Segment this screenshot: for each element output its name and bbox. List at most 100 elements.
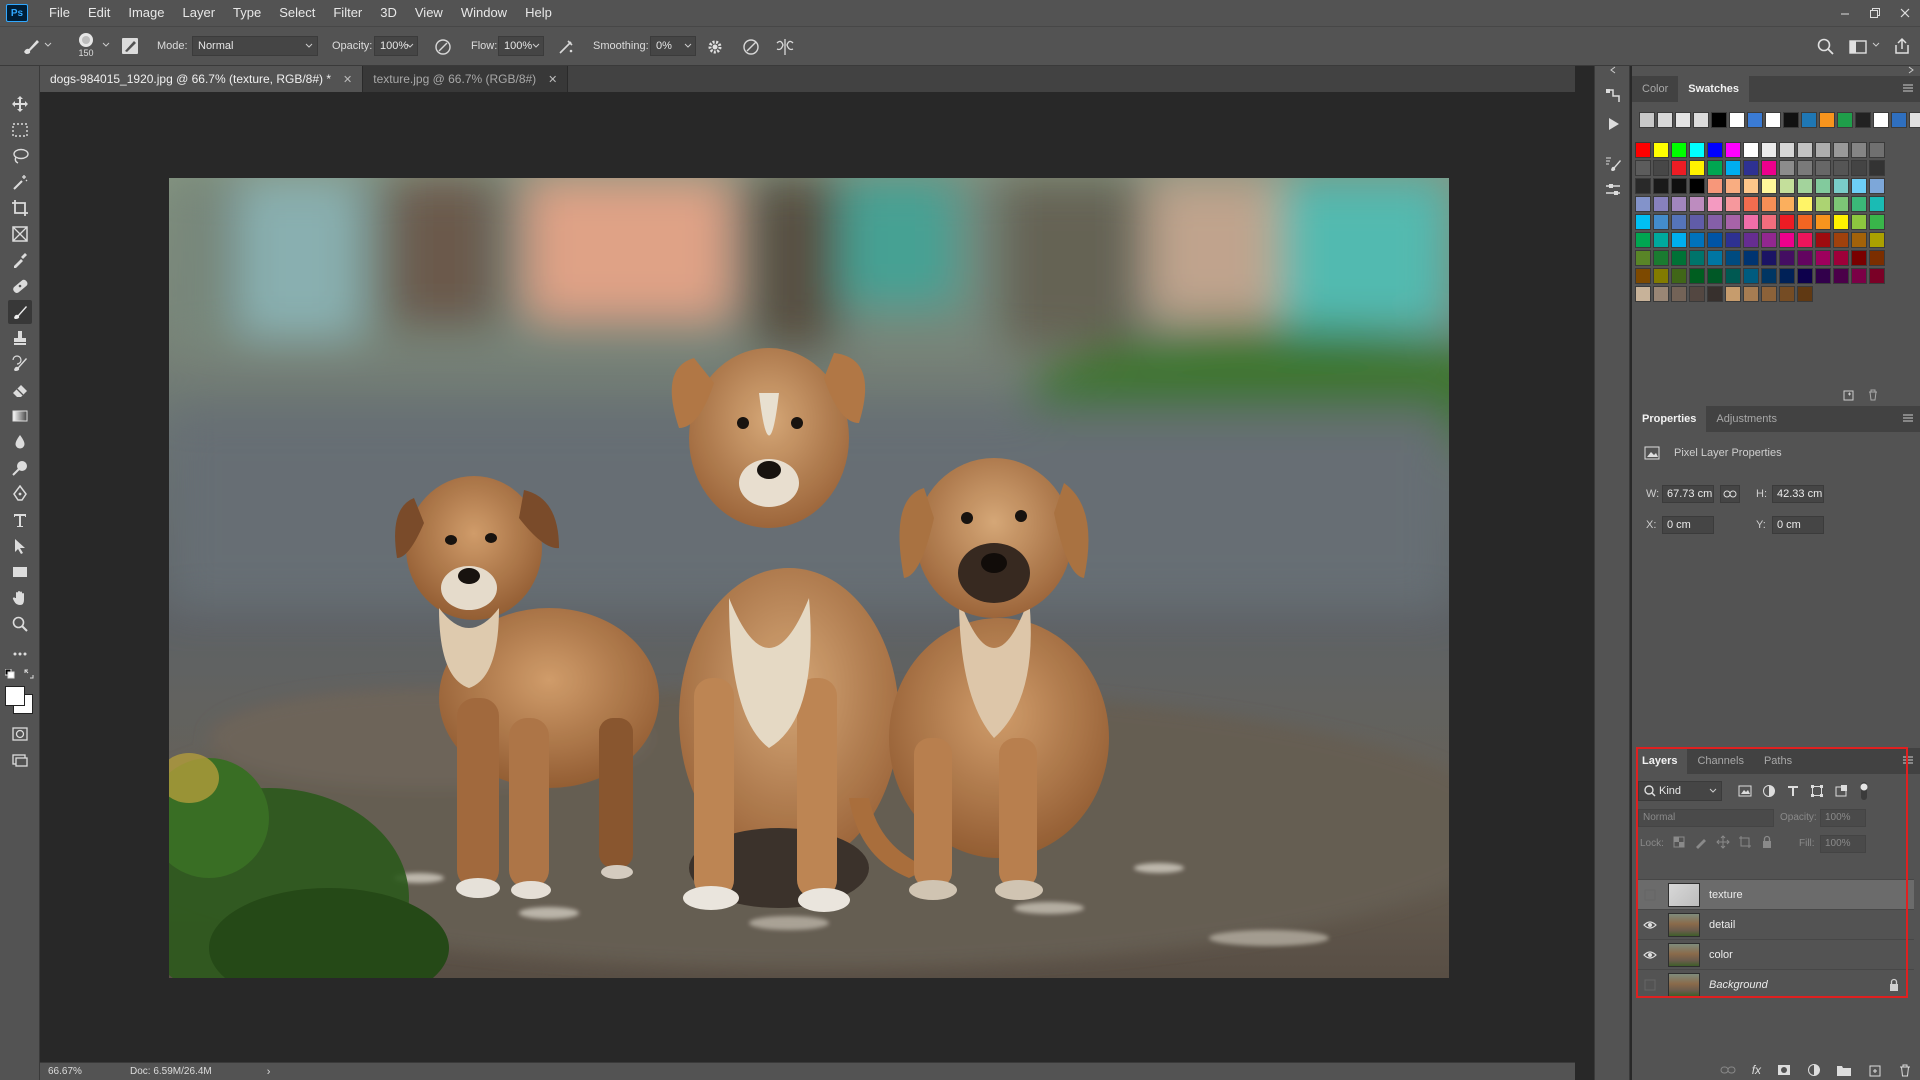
swatch[interactable] [1779, 142, 1795, 158]
visibility-toggle[interactable] [1636, 970, 1664, 1000]
swatch[interactable] [1671, 214, 1687, 230]
layer-opacity-input[interactable]: 100% [1820, 809, 1866, 827]
swatch[interactable] [1815, 142, 1831, 158]
swatch[interactable] [1689, 142, 1705, 158]
swatch[interactable] [1851, 160, 1867, 176]
gear-icon[interactable] [705, 37, 725, 57]
swatch[interactable] [1653, 232, 1669, 248]
menu-filter[interactable]: Filter [324, 0, 371, 26]
swatch[interactable] [1671, 250, 1687, 266]
visibility-toggle[interactable] [1636, 880, 1664, 910]
filter-toggle-icon[interactable] [1858, 782, 1870, 800]
filter-smart-object-icon[interactable] [1834, 784, 1848, 798]
play-actions-icon[interactable] [1603, 114, 1623, 134]
layer-row-texture[interactable]: texture [1636, 879, 1914, 909]
recent-swatch[interactable] [1693, 112, 1709, 128]
panel-menu-icon[interactable] [1902, 755, 1914, 765]
swatch[interactable] [1653, 250, 1669, 266]
zoom-level[interactable]: 66.67% [48, 1066, 108, 1077]
swatch[interactable] [1869, 160, 1885, 176]
swatch[interactable] [1689, 214, 1705, 230]
swatch[interactable] [1743, 214, 1759, 230]
chevron-right-icon[interactable] [1906, 66, 1916, 74]
doc-tab-dogs[interactable]: dogs-984015_1920.jpg @ 66.7% (texture, R… [40, 66, 364, 92]
crop-tool-icon[interactable] [8, 196, 32, 220]
swatch[interactable] [1725, 160, 1741, 176]
swatch[interactable] [1851, 196, 1867, 212]
lock-all-icon[interactable] [1760, 835, 1774, 849]
brush-tool-icon[interactable] [8, 300, 32, 324]
lasso-tool-icon[interactable] [8, 144, 32, 168]
eye-icon[interactable] [1636, 940, 1664, 970]
swatch[interactable] [1779, 196, 1795, 212]
swatch[interactable] [1869, 268, 1885, 284]
menu-image[interactable]: Image [119, 0, 173, 26]
screen-mode-icon[interactable] [8, 748, 32, 772]
swatch[interactable] [1797, 250, 1813, 266]
menu-layer[interactable]: Layer [174, 0, 225, 26]
lock-pixels-icon[interactable] [1694, 835, 1708, 849]
adjust-sliders-icon[interactable] [1603, 180, 1623, 200]
recent-swatch[interactable] [1783, 112, 1799, 128]
dodge-tool-icon[interactable] [8, 456, 32, 480]
swatch[interactable] [1815, 250, 1831, 266]
symmetry-icon[interactable] [774, 37, 796, 57]
blend-mode-select[interactable]: Normal [1638, 809, 1774, 827]
new-layer-icon[interactable] [1868, 1063, 1882, 1077]
swatch[interactable] [1689, 286, 1705, 302]
trash-icon[interactable] [1898, 1063, 1912, 1077]
pen-tool-icon[interactable] [8, 482, 32, 506]
blur-tool-icon[interactable] [8, 430, 32, 454]
y-input[interactable]: 0 cm [1772, 516, 1824, 534]
swap-colors-icon[interactable] [24, 669, 34, 679]
fill-input[interactable]: 100% [1820, 835, 1866, 853]
history-icon[interactable] [1603, 86, 1623, 106]
swatch[interactable] [1833, 232, 1849, 248]
lock-position-icon[interactable] [1716, 835, 1730, 849]
swatch[interactable] [1743, 160, 1759, 176]
swatch[interactable] [1815, 196, 1831, 212]
layer-filter-kind-select[interactable]: Kind [1638, 781, 1722, 801]
tab-layers[interactable]: Layers [1632, 748, 1688, 774]
swatch[interactable] [1797, 268, 1813, 284]
swatch[interactable] [1833, 142, 1849, 158]
menu-file[interactable]: File [40, 0, 79, 26]
link-icon[interactable] [1720, 485, 1740, 503]
swatch[interactable] [1635, 286, 1651, 302]
swatch[interactable] [1635, 178, 1651, 194]
tab-adjustments[interactable]: Adjustments [1706, 406, 1787, 432]
height-input[interactable]: 42.33 cm [1772, 485, 1824, 503]
brush-size-picker[interactable]: 150 [74, 31, 98, 61]
swatch[interactable] [1815, 160, 1831, 176]
swatch[interactable] [1653, 214, 1669, 230]
swatch[interactable] [1833, 250, 1849, 266]
swatch[interactable] [1653, 142, 1669, 158]
menu-select[interactable]: Select [270, 0, 324, 26]
swatch[interactable] [1635, 214, 1651, 230]
swatch[interactable] [1851, 268, 1867, 284]
swatch[interactable] [1797, 196, 1813, 212]
swatch[interactable] [1725, 286, 1741, 302]
menu-view[interactable]: View [406, 0, 452, 26]
chevron-down-icon[interactable] [102, 42, 110, 48]
swatch[interactable] [1779, 232, 1795, 248]
swatch[interactable] [1779, 160, 1795, 176]
swatch[interactable] [1635, 142, 1651, 158]
swatch[interactable] [1833, 214, 1849, 230]
swatch[interactable] [1707, 268, 1723, 284]
tab-color[interactable]: Color [1632, 76, 1678, 102]
layer-mask-icon[interactable] [1777, 1063, 1791, 1077]
swatch[interactable] [1779, 250, 1795, 266]
chevron-down-icon[interactable] [44, 42, 52, 48]
swatch[interactable] [1689, 232, 1705, 248]
foreground-color-swatch[interactable] [5, 686, 25, 706]
close-icon[interactable]: ✕ [343, 73, 352, 86]
airbrush-icon[interactable] [556, 37, 576, 57]
recent-swatch[interactable] [1819, 112, 1835, 128]
eyedropper-tool-icon[interactable] [8, 248, 32, 272]
swatch[interactable] [1689, 178, 1705, 194]
recent-swatch[interactable] [1657, 112, 1673, 128]
swatch[interactable] [1635, 196, 1651, 212]
tab-paths[interactable]: Paths [1754, 748, 1802, 774]
swatch[interactable] [1743, 178, 1759, 194]
